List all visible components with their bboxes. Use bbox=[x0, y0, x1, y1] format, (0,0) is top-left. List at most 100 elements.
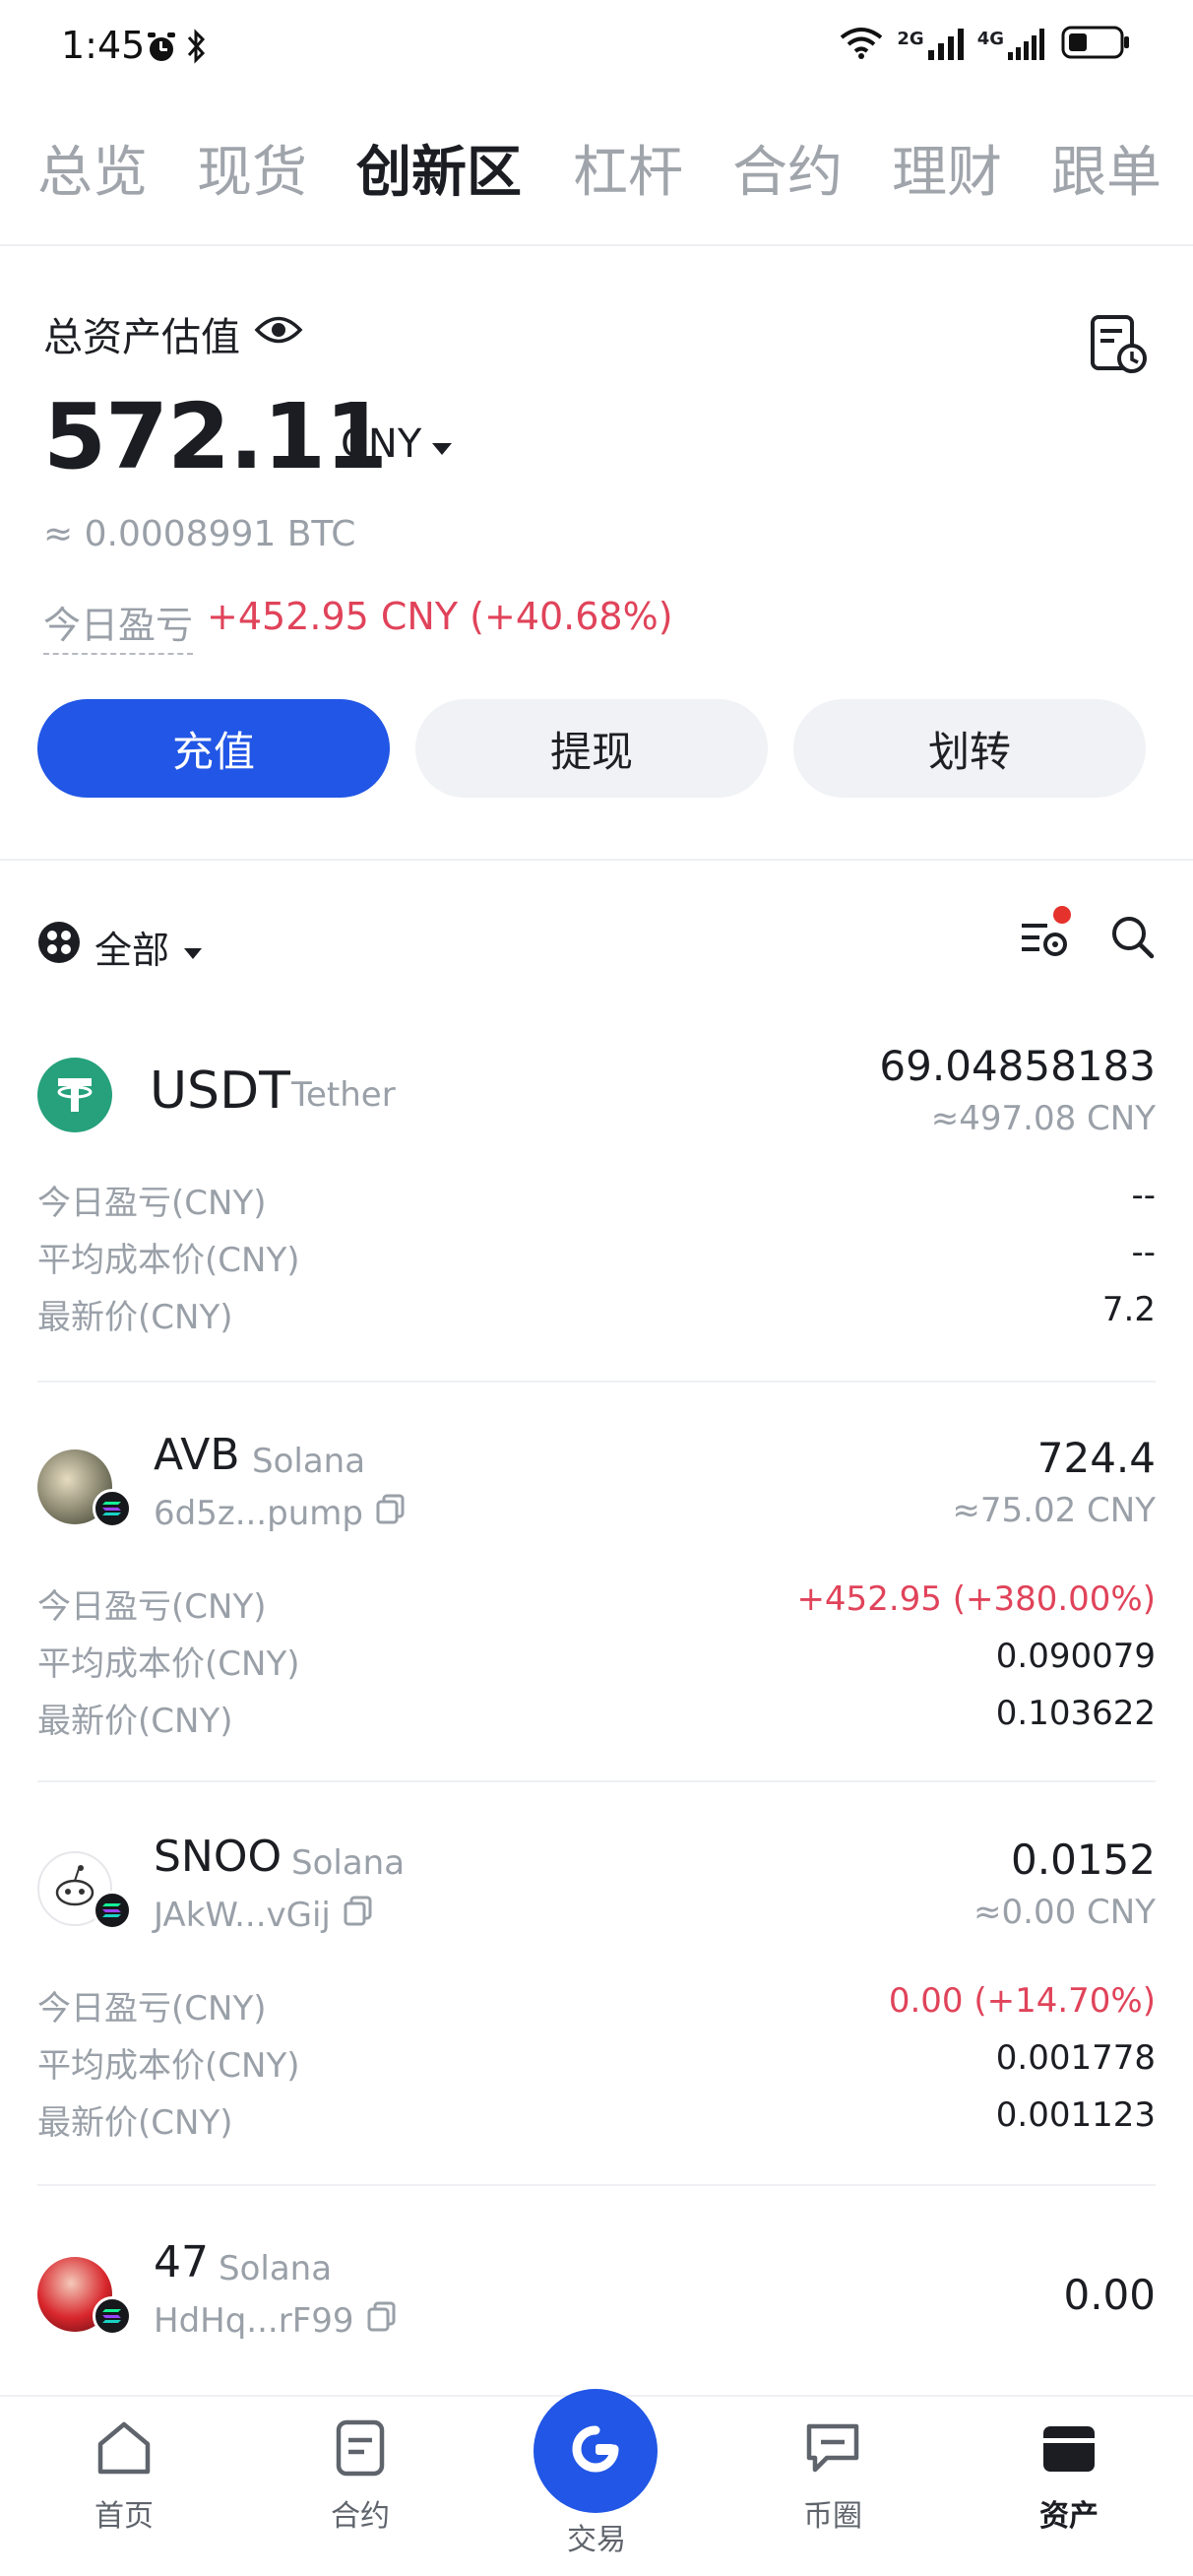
contract-icon bbox=[329, 2416, 392, 2479]
stat-value-avg-cost: 0.001778 bbox=[995, 2038, 1156, 2078]
tab-copy-trading[interactable]: 跟单 bbox=[1051, 128, 1162, 208]
coin-amount: 724.4 bbox=[1036, 1434, 1156, 1482]
btc-equivalent: ≈ 0.0008991 BTC bbox=[43, 514, 356, 554]
coin-symbol: 47 bbox=[154, 2237, 209, 2287]
caret-down-icon bbox=[183, 926, 203, 969]
signal-4g-icon: 4G bbox=[977, 29, 1047, 60]
tabs-divider bbox=[0, 244, 1193, 246]
coin-card-47[interactable]: 47 Solana HdHq...rF99 0.00 bbox=[37, 2202, 1156, 2399]
stat-value-latest: 7.2 bbox=[1101, 1290, 1156, 1329]
filter-all-dropdown[interactable]: 全部 bbox=[37, 920, 203, 974]
deposit-button[interactable]: 充值 bbox=[37, 699, 390, 798]
stat-value-avg-cost: -- bbox=[1131, 1233, 1156, 1272]
asset-history-icon[interactable] bbox=[1087, 313, 1150, 376]
coin-separator bbox=[37, 1780, 1156, 1782]
total-asset-value: 572.11 bbox=[43, 384, 388, 489]
filter-settings-icon[interactable] bbox=[1018, 906, 1071, 965]
caret-down-icon bbox=[431, 421, 453, 467]
stat-value-avg-cost: 0.090079 bbox=[995, 1637, 1156, 1676]
currency-selector[interactable]: CNY bbox=[341, 421, 453, 467]
stat-label-pnl: 今日盈亏(CNY) bbox=[37, 1587, 267, 1627]
contract-address-text: JAkW...vGij bbox=[154, 1895, 331, 1935]
net-label-4g: 4G bbox=[976, 29, 1004, 49]
coin-card-usdt[interactable]: USDT Tether 69.04858183 ≈497.08 CNY 今日盈亏… bbox=[37, 1022, 1156, 1386]
coin-card-avb[interactable]: AVB Solana 6d5z...pump 724.4 ≈75.02 CNY … bbox=[37, 1398, 1156, 1792]
stat-label-avg-cost: 平均成本价(CNY) bbox=[37, 1644, 300, 1684]
coin-chain: Solana bbox=[252, 1442, 366, 1481]
today-pnl-label[interactable]: 今日盈亏 bbox=[43, 595, 194, 655]
tab-futures[interactable]: 合约 bbox=[732, 128, 843, 208]
copy-icon[interactable] bbox=[343, 1895, 374, 1935]
wifi-icon bbox=[840, 26, 883, 63]
coin-chain: Solana bbox=[219, 2249, 333, 2288]
stat-label-avg-cost: 平均成本价(CNY) bbox=[37, 1241, 300, 1280]
today-pnl-value: +452.95 CNY (+40.68%) bbox=[207, 595, 673, 638]
status-icons: 2G 4G bbox=[840, 26, 1130, 63]
stat-label-latest: 最新价(CNY) bbox=[37, 1298, 233, 1337]
tab-overview[interactable]: 总览 bbox=[37, 128, 148, 208]
asset-title: 总资产估值 bbox=[43, 315, 240, 360]
currency-label: CNY bbox=[341, 421, 422, 467]
copy-icon[interactable] bbox=[366, 2300, 398, 2341]
nav-assets[interactable]: 资产 bbox=[1000, 2416, 1138, 2535]
coin-amount: 0.00 bbox=[1063, 2271, 1156, 2319]
nav-label: 交易 bbox=[567, 2523, 626, 2557]
tab-earn[interactable]: 理财 bbox=[892, 128, 1002, 208]
coin-fiat-value: ≈75.02 CNY bbox=[952, 1491, 1156, 1530]
stat-label-pnl: 今日盈亏(CNY) bbox=[37, 1184, 267, 1223]
stat-label-pnl: 今日盈亏(CNY) bbox=[37, 1989, 267, 2029]
stat-label-latest: 最新价(CNY) bbox=[37, 2103, 233, 2143]
net-label-2g: 2G bbox=[897, 29, 924, 49]
today-pnl-row: 今日盈亏 +452.95 CNY (+40.68%) bbox=[43, 595, 673, 655]
nav-home[interactable]: 首页 bbox=[55, 2416, 193, 2535]
stat-label-avg-cost: 平均成本价(CNY) bbox=[37, 2046, 300, 2086]
transfer-button[interactable]: 划转 bbox=[793, 699, 1146, 798]
filter-tools bbox=[1018, 906, 1156, 965]
tether-logo-icon bbox=[37, 1058, 112, 1132]
coin-chain: Solana bbox=[291, 1843, 406, 1883]
bottom-nav: 首页 合约 交易 币圈 资产 bbox=[0, 2389, 1193, 2576]
coin-amount: 69.04858183 bbox=[879, 1042, 1156, 1090]
section-divider bbox=[0, 859, 1193, 861]
signal-2g-icon: 2G bbox=[897, 29, 964, 60]
home-icon bbox=[93, 2416, 156, 2479]
trade-button[interactable] bbox=[534, 2389, 658, 2513]
notification-dot bbox=[1053, 906, 1071, 924]
nav-community[interactable]: 币圈 bbox=[764, 2416, 902, 2535]
contract-address: 6d5z...pump bbox=[154, 1493, 407, 1533]
nav-contract[interactable]: 合约 bbox=[291, 2416, 429, 2535]
stat-value-pnl: +452.95 (+380.00%) bbox=[796, 1579, 1156, 1619]
status-bar: 1:45 2G 4G bbox=[0, 0, 1193, 98]
wallet-icon bbox=[1037, 2416, 1100, 2479]
solana-badge-icon bbox=[93, 1891, 132, 1930]
tab-innovation[interactable]: 创新区 bbox=[356, 128, 522, 208]
stat-value-latest: 0.001123 bbox=[995, 2095, 1156, 2135]
tab-margin[interactable]: 杠杆 bbox=[573, 128, 683, 208]
alarm-icon bbox=[144, 30, 179, 69]
nav-label: 资产 bbox=[1039, 2499, 1099, 2534]
coin-symbol: AVB bbox=[154, 1430, 240, 1480]
coin-amount: 0.0152 bbox=[1011, 1835, 1156, 1884]
copy-icon[interactable] bbox=[375, 1493, 407, 1533]
search-icon[interactable] bbox=[1108, 913, 1156, 964]
stat-value-pnl: -- bbox=[1131, 1176, 1156, 1215]
coin-fiat-value: ≈0.00 CNY bbox=[973, 1893, 1156, 1932]
coin-fiat-value: ≈497.08 CNY bbox=[930, 1099, 1156, 1138]
nav-label: 首页 bbox=[94, 2499, 154, 2534]
battery-icon bbox=[1061, 26, 1130, 63]
eye-icon[interactable] bbox=[254, 311, 303, 356]
nav-label: 合约 bbox=[331, 2499, 390, 2534]
coin-name: Tether bbox=[291, 1075, 396, 1115]
nav-trade-label[interactable]: 交易 bbox=[528, 2515, 665, 2558]
solana-badge-icon bbox=[93, 2296, 132, 2336]
tab-spot[interactable]: 现货 bbox=[197, 128, 307, 208]
contract-address: JAkW...vGij bbox=[154, 1895, 374, 1935]
withdraw-button[interactable]: 提现 bbox=[415, 699, 768, 798]
asset-title-row: 总资产估值 bbox=[43, 305, 303, 362]
coin-card-snoo[interactable]: SNOO Solana JAkW...vGij 0.0152 ≈0.00 CNY… bbox=[37, 1800, 1156, 2194]
contract-address: HdHq...rF99 bbox=[154, 2300, 398, 2341]
solana-badge-icon bbox=[93, 1489, 132, 1528]
stat-value-pnl: 0.00 (+14.70%) bbox=[888, 1981, 1156, 2021]
stat-value-latest: 0.103622 bbox=[995, 1694, 1156, 1733]
grid-icon bbox=[37, 921, 81, 973]
